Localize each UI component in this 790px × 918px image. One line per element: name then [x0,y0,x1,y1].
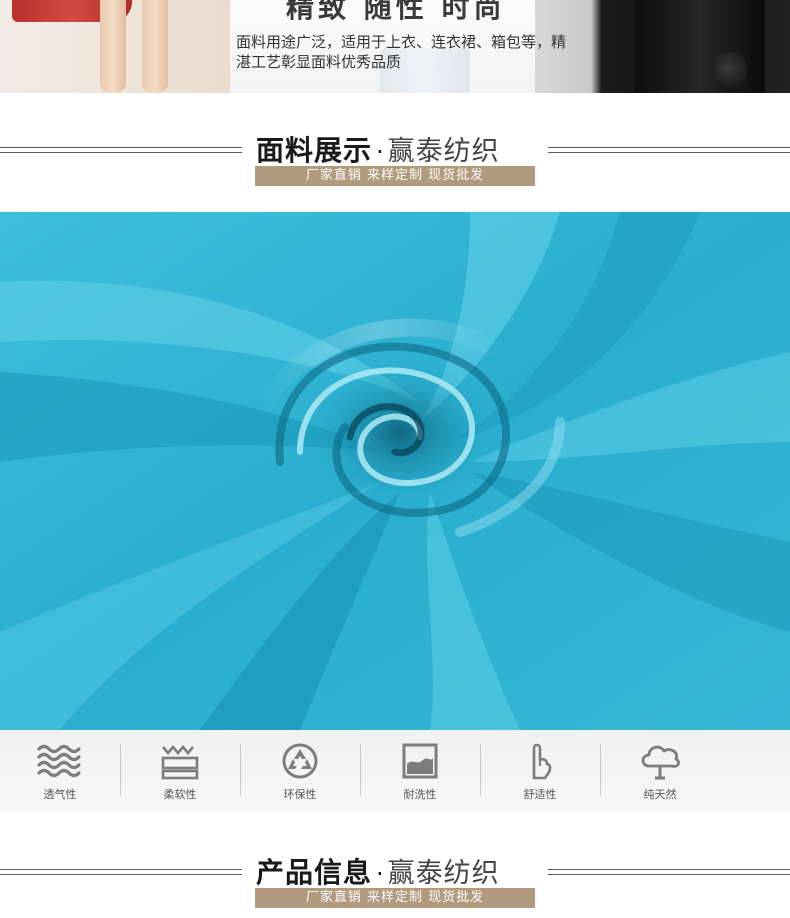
banner-description: 面料用途广泛，适用于上衣、连衣裙、箱包等，精湛工艺彰显面料优秀品质 [236,33,567,71]
gloved-hand [715,52,747,92]
feature-label: 纯天然 [643,788,677,801]
divider-line [548,147,790,153]
section-title-brand: 赢泰纺织 [387,136,500,167]
section-title-brand: 赢泰纺织 [387,858,500,889]
section-title: 产品信息 · 赢泰纺织 [256,851,500,891]
divider-line [0,147,242,153]
recycle-icon [282,743,318,779]
waves-icon [37,744,81,778]
section-title-strong: 产品信息 [256,856,373,889]
model-photo-left [0,0,230,93]
wash-icon [402,743,438,779]
title-dot: · [376,138,384,166]
feature-natural: 纯天然 [600,730,720,812]
divider-line [0,869,242,875]
feature-breathable: 透气性 [0,730,120,812]
feature-eco: 环保性 [240,730,360,812]
feature-comfort: 舒适性 [480,730,600,812]
section-title-strong: 面料展示 [256,134,373,167]
feature-label: 舒适性 [523,788,557,801]
feature-soft: 柔软性 [120,730,240,812]
feature-bar: 透气性 柔软性 环保性 耐洗性 舒适性 纯天然 [0,730,790,812]
feature-label: 透气性 [43,788,77,801]
divider-line [548,869,790,875]
hand-icon [532,743,552,780]
softness-icon [161,744,199,780]
top-banner: 精致 随性 时尚 面料用途广泛，适用于上衣、连衣裙、箱包等，精湛工艺彰显面料优秀… [0,0,790,93]
fabric-swirl-image [0,212,790,730]
feature-label: 柔软性 [163,788,197,801]
section-heading-product-info: 产品信息 · 赢泰纺织 厂家直销 来样定制 现货批发 [0,856,790,917]
feature-washable: 耐洗性 [360,730,480,812]
feature-label: 环保性 [283,788,317,801]
section-title: 面料展示 · 赢泰纺织 [256,129,500,169]
fabric-photo [0,212,790,730]
model-leg [142,0,168,93]
section-tagline: 厂家直销 来样定制 现货批发 [255,888,535,908]
title-dot: · [376,860,384,888]
tree-icon [641,745,680,780]
section-tagline: 厂家直销 来样定制 现货批发 [255,166,535,186]
model-photo-right [535,0,790,93]
model-leg [100,0,126,93]
feature-label: 耐洗性 [403,788,437,801]
banner-headline: 精致 随性 时尚 [286,0,506,24]
section-heading-fabric: 面料展示 · 赢泰纺织 厂家直销 来样定制 现货批发 [0,134,790,195]
